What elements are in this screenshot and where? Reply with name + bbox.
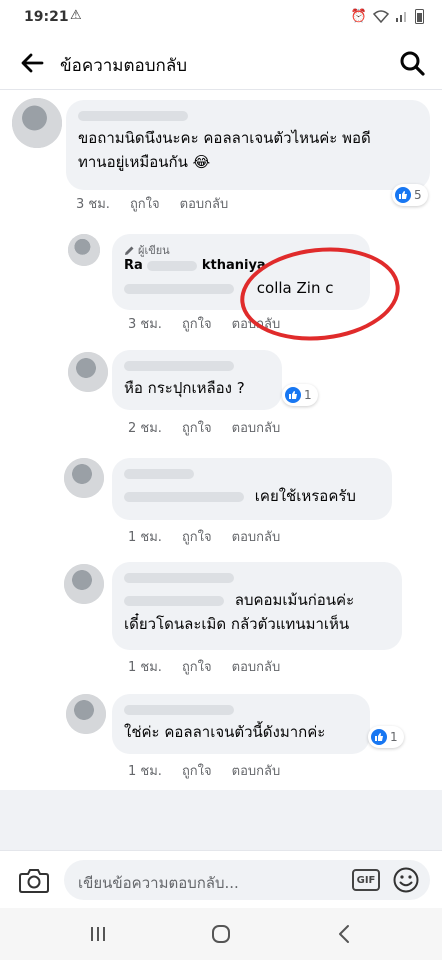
commenter-name-redacted — [124, 358, 270, 376]
comment-time: 3 ชม. — [76, 197, 110, 212]
like-icon — [395, 187, 411, 203]
comment-bubble[interactable]: ขอถามนิดนึงนะคะ คอลลาเจนตัวไหนค่ะ พอดี ท… — [66, 100, 430, 190]
reply-input-placeholder: เขียนข้อความตอบกลับ... — [78, 874, 239, 892]
comment-bubble[interactable]: เคยใช้เหรอครับ — [112, 458, 392, 520]
arrow-left-icon[interactable] — [18, 49, 46, 77]
like-button[interactable]: ถูกใจ — [182, 760, 212, 781]
reply-input[interactable]: เขียนข้อความตอบกลับ... GIF — [64, 860, 430, 900]
comment-time: 3 ชม. — [128, 317, 162, 332]
comment-actions: 1 ชม. ถูกใจ ตอบกลับ — [128, 526, 280, 547]
like-button[interactable]: ถูกใจ — [182, 656, 212, 677]
status-icons: ⏰ — [351, 8, 424, 24]
comment-text-visible: ลบคอมเม้นก่อนค่ะ — [234, 591, 355, 609]
reply-button[interactable]: ตอบกลับ — [232, 526, 281, 547]
system-nav-bar — [0, 908, 442, 960]
status-time: 19:21 — [24, 9, 69, 25]
home-icon[interactable] — [209, 922, 233, 946]
comment-actions: 1 ชม. ถูกใจ ตอบกลับ — [128, 656, 280, 677]
like-button[interactable]: ถูกใจ — [182, 417, 212, 438]
alarm-icon: ⏰ — [350, 8, 367, 24]
comment-text: เดี๋ยวโดนละเมิด กลัวตัวแทนมาเห็น — [124, 615, 350, 633]
avatar[interactable] — [12, 98, 62, 148]
commenter-name-redacted — [124, 466, 380, 484]
comment-bubble[interactable]: ลบคอมเม้นก่อนค่ะ เดี๋ยวโดนละเมิด กลัวตัว… — [112, 562, 402, 650]
comment-text-visible: เคยใช้เหรอครับ — [254, 487, 356, 505]
reply-button[interactable]: ตอบกลับ — [232, 760, 281, 781]
reaction-badge[interactable]: 1 — [368, 726, 404, 748]
feed-footer-spacer — [0, 790, 442, 850]
emoji-icon[interactable] — [392, 866, 420, 894]
comment-bubble[interactable]: ใช่ค่ะ คอลลาเจนตัวนี้ดังมากค่ะ — [112, 694, 370, 754]
reaction-badge[interactable]: 5 — [392, 184, 428, 206]
author-tag-label: ผู้เขียน — [138, 244, 170, 257]
like-icon — [285, 387, 301, 403]
reaction-count: 5 — [414, 188, 422, 202]
commenter-name-redacted — [124, 570, 390, 588]
comment-text: ใช่ค่ะ คอลลาเจนตัวนี้ดังมากค่ะ — [124, 723, 326, 741]
reply-button[interactable]: ตอบกลับ — [180, 193, 229, 214]
like-button[interactable]: ถูกใจ — [182, 526, 212, 547]
like-button[interactable]: ถูกใจ — [182, 313, 212, 334]
status-bar: 19:21 ⚠ ⏰ — [0, 0, 442, 36]
reply-composer: เขียนข้อความตอบกลับ... GIF — [0, 850, 442, 908]
comment-actions: 3 ชม. ถูกใจ ตอบกลับ — [76, 193, 228, 214]
comment-text: ลบคอมเม้นก่อนค่ะ — [124, 588, 390, 612]
pencil-icon — [125, 246, 134, 255]
comment-text: เคยใช้เหรอครับ — [124, 484, 380, 508]
comment-actions: 2 ชม. ถูกใจ ตอบกลับ — [128, 417, 280, 438]
comment-text: หือ กระปุกเหลือง ? — [124, 379, 245, 397]
comment-bubble[interactable]: หือ กระปุกเหลือง ? — [112, 350, 282, 410]
reply-button[interactable]: ตอบกลับ — [232, 656, 281, 677]
avatar[interactable] — [66, 694, 106, 734]
comment-time: 1 ชม. — [128, 764, 162, 779]
reaction-count: 1 — [304, 388, 312, 402]
reply-button[interactable]: ตอบกลับ — [232, 417, 281, 438]
comment-text: ทานอยู่เหมือนกัน 😂 — [78, 153, 211, 171]
comment-time: 2 ชม. — [128, 421, 162, 436]
like-button[interactable]: ถูกใจ — [130, 193, 160, 214]
commenter-name-start: Ra — [124, 258, 143, 273]
search-icon[interactable] — [398, 49, 426, 77]
battery-icon — [415, 9, 424, 24]
avatar[interactable] — [68, 234, 100, 266]
comment-actions: 1 ชม. ถูกใจ ตอบกลับ — [128, 760, 280, 781]
wifi-icon — [373, 10, 389, 23]
reaction-count: 1 — [390, 730, 398, 744]
warning-icon: ⚠ — [70, 8, 82, 23]
page-title: ข้อความตอบกลับ — [60, 56, 188, 76]
comment-time: 1 ชม. — [128, 660, 162, 675]
recent-apps-icon[interactable] — [86, 922, 110, 946]
reaction-badge[interactable]: 1 — [282, 384, 318, 406]
comment-text: ขอถามนิดนึงนะคะ คอลลาเจนตัวไหนค่ะ พอดี — [78, 129, 371, 147]
app-header: ข้อความตอบกลับ — [0, 36, 442, 90]
commenter-name-redacted — [78, 108, 418, 126]
commenter-name-redacted — [124, 702, 358, 720]
back-nav-icon[interactable] — [333, 922, 357, 946]
signal-icon — [396, 12, 406, 22]
gif-button[interactable]: GIF — [352, 869, 380, 891]
avatar[interactable] — [68, 352, 108, 392]
like-icon — [371, 729, 387, 745]
camera-icon[interactable] — [18, 865, 50, 895]
avatar[interactable] — [64, 458, 104, 498]
comment-time: 1 ชม. — [128, 530, 162, 545]
avatar[interactable] — [64, 564, 104, 604]
